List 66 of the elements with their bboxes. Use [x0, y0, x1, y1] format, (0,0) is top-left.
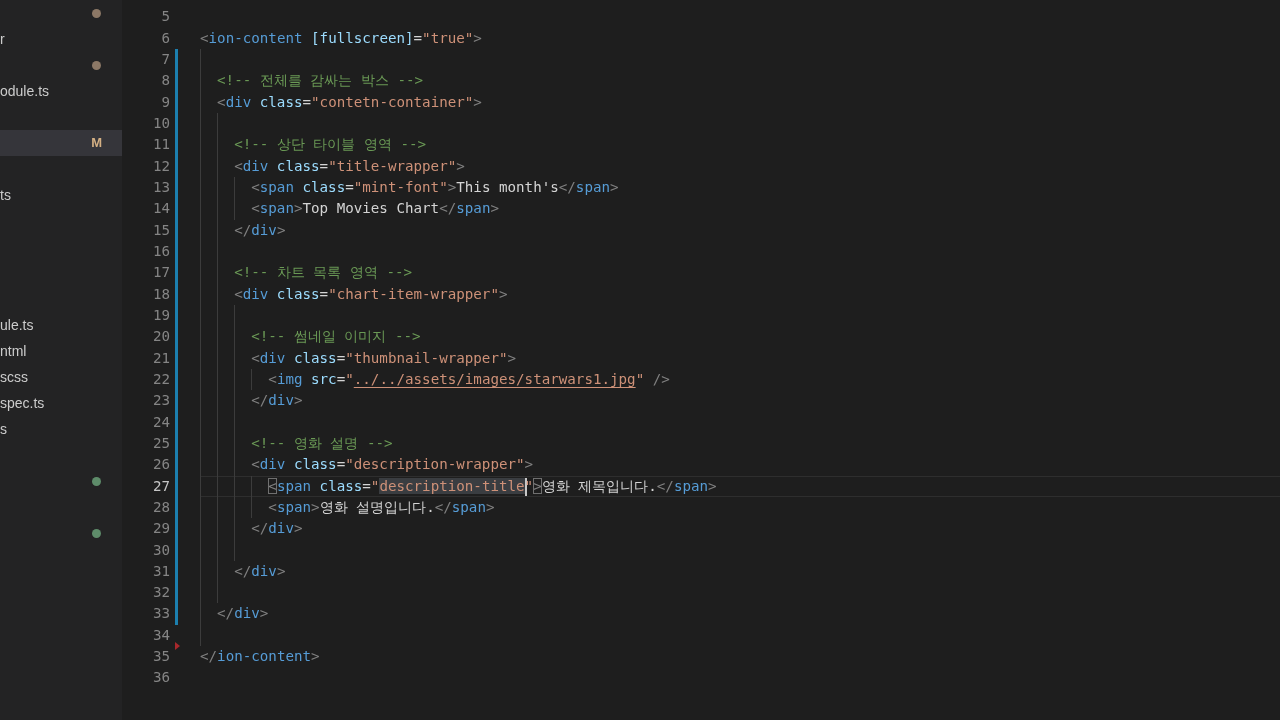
- line-number: 22: [151, 369, 170, 389]
- git-status-letter: M: [91, 135, 102, 151]
- line-number: 36: [151, 668, 170, 688]
- line-number: 33: [151, 604, 170, 624]
- selected-file-row[interactable]: M: [0, 130, 122, 156]
- line-number: 7: [160, 49, 170, 69]
- code-line: </div>: [234, 561, 286, 581]
- line-number: 12: [151, 156, 170, 176]
- file-name[interactable]: ts: [0, 186, 11, 204]
- code-line: <!-- 썸네일 이미지 -->: [251, 327, 421, 347]
- code-line: <!-- 영화 설명 -->: [251, 433, 393, 453]
- file-name[interactable]: ule.ts: [0, 316, 34, 334]
- line-number: 26: [151, 455, 170, 475]
- file-name[interactable]: ntml: [0, 342, 27, 360]
- line-number: 31: [151, 561, 170, 581]
- code-line: </ion-content>: [200, 647, 320, 667]
- code-line: <span>Top Movies Chart</span>: [251, 199, 499, 219]
- code-line: </div>: [251, 519, 303, 539]
- code-line: <span>영화 설명입니다.</span>: [268, 497, 495, 517]
- code-line: </div>: [251, 391, 303, 411]
- file-name[interactable]: spec.ts: [0, 394, 45, 412]
- file-name[interactable]: s: [0, 420, 7, 438]
- line-number: 20: [151, 327, 170, 347]
- line-number: 28: [151, 497, 170, 517]
- code-line: <span class="description-title">영화 제목입니다.</span>: [268, 476, 717, 497]
- code-line: <!-- 차트 목록 영역 -->: [234, 263, 413, 283]
- line-number: 6: [160, 28, 170, 48]
- line-number: 34: [151, 625, 170, 645]
- line-number: 11: [151, 135, 170, 155]
- file-name[interactable]: odule.ts: [0, 82, 50, 100]
- code-line: <div class="title-wrapper">: [234, 156, 465, 176]
- line-number: 24: [151, 412, 170, 432]
- line-number: 25: [151, 433, 170, 453]
- code-line: <div class="description-wrapper">: [251, 455, 534, 475]
- code-line: <div class="chart-item-wrapper">: [234, 284, 508, 304]
- line-number: 13: [151, 177, 170, 197]
- line-number: 10: [151, 113, 170, 133]
- line-number: 23: [151, 391, 170, 411]
- code-line: <ion-content [fullscreen]="true">: [200, 28, 482, 48]
- file-name[interactable]: scss: [0, 368, 28, 386]
- line-number: 15: [151, 220, 170, 240]
- line-number: 18: [151, 284, 170, 304]
- line-number: 5: [160, 7, 170, 27]
- code-line: </div>: [217, 604, 269, 624]
- file-name[interactable]: r: [0, 30, 5, 48]
- text-caret-icon: [524, 477, 527, 496]
- code-line: <!-- 상단 타이블 영역 -->: [234, 135, 427, 155]
- code-line: <span class="mint-font">This month's</span>: [251, 177, 619, 197]
- code-line: <!-- 전체를 감싸는 박스 -->: [217, 71, 424, 91]
- line-number: 16: [151, 241, 170, 261]
- line-number: 30: [151, 540, 170, 560]
- line-number: 9: [160, 92, 170, 112]
- line-number: 27: [151, 476, 170, 496]
- code-line: <img src="../../assets/images/starwars1.jpg" />: [268, 369, 670, 389]
- line-number: 21: [151, 348, 170, 368]
- line-number: 32: [151, 583, 170, 603]
- file-link[interactable]: ../../assets/images/starwars1.jpg: [353, 370, 636, 387]
- line-number: 8: [160, 71, 170, 91]
- code-line: </div>: [234, 220, 286, 240]
- line-number: 14: [151, 199, 170, 219]
- line-number: 19: [151, 305, 170, 325]
- line-number: 17: [151, 263, 170, 283]
- line-number: 35: [151, 647, 170, 667]
- code-line: <div class="contetn-container">: [217, 92, 482, 112]
- code-line: <div class="thumbnail-wrapper">: [251, 348, 517, 368]
- line-number: 29: [151, 519, 170, 539]
